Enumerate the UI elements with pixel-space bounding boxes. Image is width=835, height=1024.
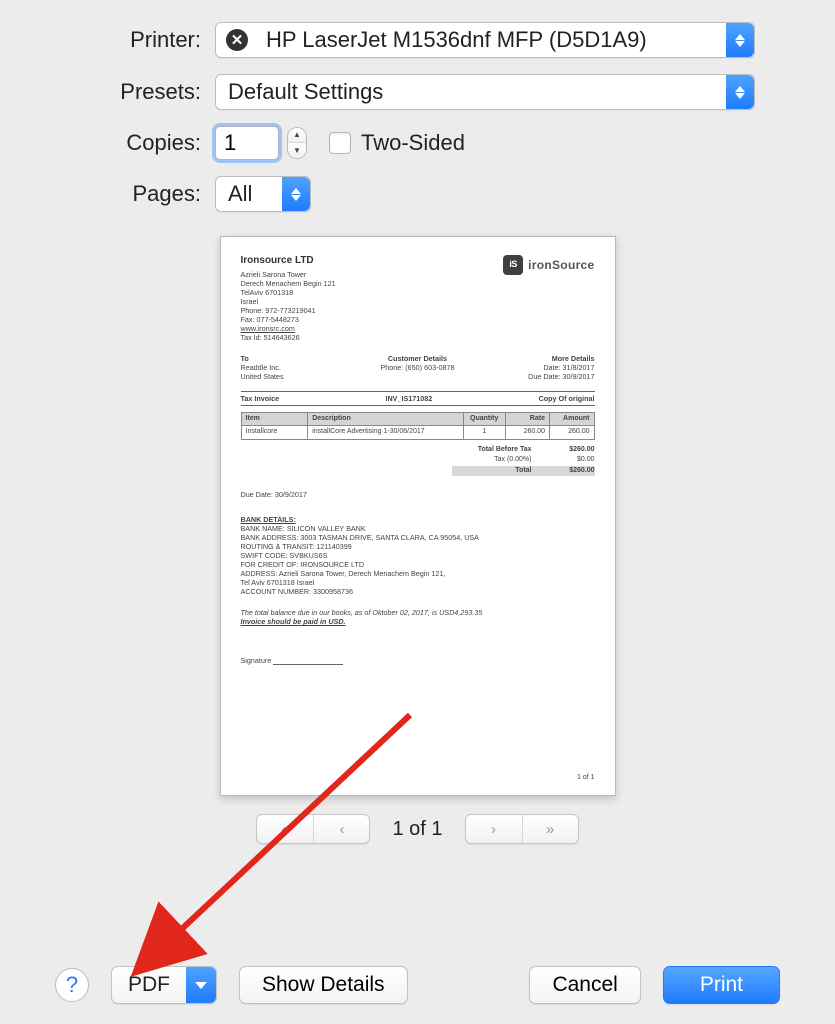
brand-logo: iS ironSource — [503, 255, 594, 275]
invoice-copy: Copy Of original — [539, 394, 595, 403]
bank-line: ADDRESS: Azrieli Sarona Tower, Derech Me… — [241, 569, 595, 578]
cust-heading: Customer Details — [388, 354, 447, 363]
total-k: Total — [452, 467, 532, 476]
th-rate: Rate — [505, 412, 549, 426]
nav-first-button[interactable]: « — [257, 815, 313, 843]
cell-item: Installcore — [241, 426, 308, 440]
balance-line: The total balance due in our books, as o… — [241, 608, 483, 617]
addr-phone: Phone: 972-773219041 — [241, 306, 336, 315]
page-count: 1 of 1 — [392, 818, 442, 841]
brand-badge-icon: iS — [503, 255, 523, 275]
bank-line: FOR CREDIT OF: IRONSOURCE LTD — [241, 560, 595, 569]
company-name: Ironsource LTD — [241, 255, 336, 268]
cell-desc: installCore Advertising 1-30/06/2017 — [308, 426, 464, 440]
printer-label: Printer: — [40, 27, 215, 53]
presets-selected-value: Default Settings — [216, 79, 726, 105]
copies-input[interactable] — [215, 126, 279, 160]
invoice-table: Item Description Quantity Rate Amount In… — [241, 412, 595, 441]
pdf-menu-button[interactable]: PDF — [111, 966, 217, 1004]
bank-line: Tel Aviv 6701318 Israel — [241, 578, 595, 587]
addr-taxid: Tax Id: 514643626 — [241, 333, 336, 342]
bank-line: BANK NAME: SILICON VALLEY BANK — [241, 524, 595, 533]
to-name: Readdle Inc. — [241, 363, 281, 372]
signature-label: Signature — [241, 656, 272, 665]
presets-select[interactable]: Default Settings — [215, 74, 755, 110]
total-before-k: Total Before Tax — [452, 446, 532, 455]
addr-line: Azrieli Sarona Tower — [241, 270, 336, 279]
pages-select[interactable]: All — [215, 176, 311, 212]
print-button[interactable]: Print — [663, 966, 780, 1004]
bank-heading: BANK DETAILS: — [241, 515, 595, 524]
show-details-button[interactable]: Show Details — [239, 966, 408, 1004]
chevron-down-icon — [186, 967, 216, 1003]
tax-v: $0.00 — [550, 456, 595, 465]
cancel-button[interactable]: Cancel — [529, 966, 640, 1004]
more-heading: More Details — [552, 354, 595, 363]
total-before-v: $260.00 — [550, 446, 595, 455]
copies-label: Copies: — [40, 130, 215, 156]
updown-arrows-icon — [726, 75, 754, 109]
printer-select[interactable]: ✕ HP LaserJet M1536dnf MFP (D5D1A9) — [215, 22, 755, 58]
copies-step-down[interactable]: ▼ — [288, 143, 306, 158]
help-button[interactable]: ? — [55, 968, 89, 1002]
updown-arrows-icon — [282, 177, 310, 211]
bank-line: SWIFT CODE: SVBKUS6S — [241, 551, 595, 560]
to-country: United States — [241, 372, 284, 381]
nav-prev-button[interactable]: ‹ — [313, 815, 369, 843]
bank-line: BANK ADDRESS: 3003 TASMAN DRIVE, SANTA C… — [241, 533, 595, 542]
pdf-label: PDF — [112, 973, 186, 997]
two-sided-checkbox[interactable] — [329, 132, 351, 154]
print-preview-page: Ironsource LTD Azrieli Sarona Tower Dere… — [220, 236, 616, 796]
pages-selected-value: All — [216, 181, 282, 207]
bank-line: ACCOUNT NUMBER: 3300958736 — [241, 587, 595, 596]
presets-label: Presets: — [40, 79, 215, 105]
cell-rate: 260.00 — [505, 426, 549, 440]
th-amt: Amount — [549, 412, 594, 426]
total-v: $260.00 — [550, 467, 595, 476]
addr-fax: Fax: 077-5448273 — [241, 315, 336, 324]
invoice-type: Tax Invoice — [241, 394, 280, 403]
to-heading: To — [241, 354, 249, 363]
cell-amt: 260.00 — [549, 426, 594, 440]
nav-next-button[interactable]: › — [466, 815, 522, 843]
more-date: Date: 31/8/2017 — [543, 363, 594, 372]
two-sided-label: Two-Sided — [361, 130, 465, 156]
balance-usd: Invoice should be paid in USD. — [241, 617, 346, 626]
brand-text: ironSource — [528, 258, 594, 273]
updown-arrows-icon — [726, 23, 754, 57]
tax-k: Tax (0.00%) — [452, 456, 532, 465]
table-row: Installcore installCore Advertising 1-30… — [241, 426, 594, 440]
th-desc: Description — [308, 412, 464, 426]
cust-phone: Phone: (650) 603-0878 — [381, 363, 455, 372]
due-date-line: Due Date: 30/9/2017 — [241, 490, 595, 499]
th-item: Item — [241, 412, 308, 426]
page-number: 1 of 1 — [577, 774, 595, 783]
printer-selected-value: HP LaserJet M1536dnf MFP (D5D1A9) — [254, 27, 726, 53]
addr-line: Israel — [241, 297, 336, 306]
copies-step-up[interactable]: ▲ — [288, 128, 306, 143]
bank-line: ROUTING & TRANSIT: 121140399 — [241, 542, 595, 551]
nav-last-button[interactable]: » — [522, 815, 578, 843]
printer-status-icon: ✕ — [226, 29, 248, 51]
signature-line — [273, 664, 343, 665]
addr-line: TelAviv 6701318 — [241, 288, 336, 297]
copies-stepper[interactable]: ▲ ▼ — [287, 127, 307, 159]
addr-line: Derech Menachem Begin 121 — [241, 279, 336, 288]
addr-site: www.ironsrc.com — [241, 324, 336, 333]
more-due: Due Date: 30/9/2017 — [528, 372, 594, 381]
th-qty: Quantity — [463, 412, 505, 426]
invoice-number: INV_IS171082 — [385, 394, 432, 403]
cell-qty: 1 — [463, 426, 505, 440]
pages-label: Pages: — [40, 181, 215, 207]
